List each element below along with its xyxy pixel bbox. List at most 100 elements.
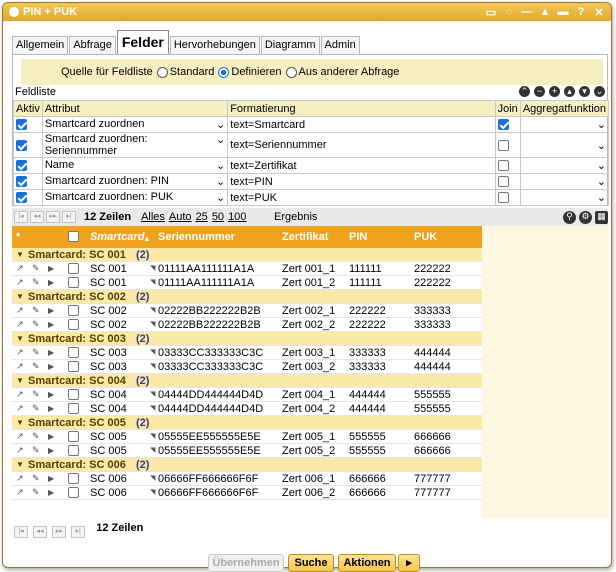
radio-definieren[interactable] [218, 66, 230, 78]
group-collapse-icon[interactable]: ▼ [16, 292, 24, 301]
prev-page-icon[interactable]: ◂◂ [33, 526, 48, 538]
tab-admin[interactable]: Admin [320, 36, 360, 54]
last-page-icon[interactable]: ▸| [62, 211, 76, 223]
formatierung-input[interactable]: text=Seriennummer [227, 132, 496, 158]
attribut-select[interactable]: Name ⌄ [41, 157, 229, 174]
row-checkbox[interactable] [68, 263, 79, 274]
aggregat-select[interactable]: ⌄ [519, 116, 610, 133]
collapse-icon[interactable]: ⌄ [594, 86, 605, 97]
edit-icon[interactable]: ✎ [32, 431, 40, 442]
attribut-select[interactable]: Smartcard zuordnen: PUK ⌄ [41, 189, 229, 206]
minimize-icon[interactable]: — [521, 6, 533, 19]
aggregat-select[interactable]: ⌄ [519, 189, 610, 206]
edit-icon[interactable]: ✎ [32, 403, 40, 414]
group-collapse-icon[interactable]: ▼ [16, 376, 24, 385]
row-checkbox[interactable] [68, 403, 79, 414]
formatierung-input[interactable]: text=PUK [227, 189, 496, 206]
search-icon[interactable]: ⚲ [563, 210, 576, 224]
radio-aus-anderer-abfrage[interactable] [285, 66, 297, 78]
group-row[interactable]: ▼ Smartcard: SC 003 (2) [12, 332, 482, 346]
edit-icon[interactable]: ✎ [32, 277, 40, 288]
aktiv-checkbox[interactable] [16, 139, 27, 151]
table-row[interactable]: ↗ ✎ ▶ SC 004 ◥ 04444DD444444D4D Zert 004_1 4444… [12, 388, 482, 402]
expand-icon[interactable]: ▶ [48, 278, 54, 287]
row-checkbox[interactable] [68, 347, 79, 358]
attribut-select[interactable]: Smartcard zuordnen: PIN ⌄ [41, 173, 229, 190]
row-checkbox[interactable] [68, 361, 79, 372]
col-seriennummer[interactable]: Seriennummer [158, 231, 235, 243]
title-bar[interactable]: PIN + PUK ▭ ◌ — ▲ ▬ ? ✕ [3, 3, 611, 21]
expand-icon[interactable]: ▶ [48, 362, 54, 371]
open-icon[interactable]: ↗ [16, 305, 24, 316]
table-row[interactable]: ↗ ✎ ▶ SC 006 ◥ 06666FF666666F6F Zert 006_2 6666… [12, 486, 482, 500]
next-page-icon[interactable]: ▸▸ [46, 211, 60, 223]
row-checkbox[interactable] [68, 473, 79, 484]
aggregat-select[interactable]: ⌄ [519, 132, 610, 158]
expand-icon[interactable]: ▶ [48, 474, 54, 483]
join-checkbox[interactable] [497, 192, 509, 204]
move-top-icon[interactable]: ▴ [564, 86, 575, 97]
expand-icon[interactable]: ▶ [48, 446, 54, 455]
open-icon[interactable]: ↗ [16, 403, 24, 414]
table-icon[interactable]: ▦ [595, 210, 608, 224]
join-checkbox[interactable] [497, 176, 509, 188]
expand-icon[interactable]: ▶ [48, 404, 54, 413]
formatierung-input[interactable]: text=Zertifikat [227, 157, 496, 174]
open-icon[interactable]: ↗ [16, 487, 24, 498]
open-icon[interactable]: ↗ [16, 389, 24, 400]
tab-allgemein[interactable]: Allgemein [12, 36, 69, 54]
group-row[interactable]: ▼ Smartcard: SC 005 (2) [12, 416, 482, 430]
edit-icon[interactable]: ✎ [32, 305, 40, 316]
close-icon[interactable]: ✕ [593, 6, 605, 19]
expand-icon[interactable]: ▶ [48, 488, 54, 497]
group-row[interactable]: ▼ Smartcard: SC 004 (2) [12, 374, 482, 388]
open-icon[interactable]: ↗ [16, 361, 24, 372]
table-row[interactable]: ↗ ✎ ▶ SC 005 ◥ 05555EE555555E5E Zert 005_1 5555… [12, 430, 482, 444]
open-icon[interactable]: ↗ [16, 263, 24, 274]
first-page-icon[interactable]: |◂ [14, 526, 28, 538]
first-page-icon[interactable]: |◂ [14, 211, 28, 223]
open-icon[interactable]: ↗ [16, 319, 24, 330]
aktiv-checkbox[interactable] [16, 160, 27, 172]
formatierung-input[interactable]: text=Smartcard [227, 116, 496, 133]
aktionen-more-icon[interactable]: ▸ [398, 554, 420, 572]
open-icon[interactable]: ↗ [16, 431, 24, 442]
page-size-alles[interactable]: Alles [141, 211, 165, 223]
row-checkbox[interactable] [68, 431, 79, 442]
edit-icon[interactable]: ✎ [32, 487, 40, 498]
page-size-100[interactable]: 100 [228, 211, 246, 223]
row-checkbox[interactable] [68, 487, 79, 498]
row-checkbox[interactable] [68, 305, 79, 316]
expand-icon[interactable]: ▶ [48, 320, 54, 329]
group-collapse-icon[interactable]: ▼ [16, 460, 24, 469]
settings-icon[interactable]: ⚙ [579, 210, 592, 224]
refresh-icon[interactable]: ◌ [503, 6, 515, 19]
aggregat-select[interactable]: ⌄ [519, 173, 610, 190]
table-row[interactable]: ↗ ✎ ▶ SC 002 ◥ 02222BB222222B2B Zert 002_2 2222… [12, 318, 482, 332]
col-pin[interactable]: PIN [349, 231, 367, 243]
pin-icon[interactable]: ▲ [539, 6, 551, 19]
group-row[interactable]: ▼ Smartcard: SC 006 (2) [12, 458, 482, 472]
col-puk[interactable]: PUK [414, 231, 437, 243]
select-all-checkbox[interactable] [68, 231, 79, 242]
uebernehmen-button[interactable]: Übernehmen [208, 554, 284, 572]
edit-icon[interactable]: ✎ [32, 319, 40, 330]
next-page-icon[interactable]: ▸▸ [52, 526, 67, 538]
restore-icon[interactable]: ▭ [485, 6, 497, 19]
expand-icon[interactable]: ▶ [48, 432, 54, 441]
move-up-icon[interactable]: ⌃ [519, 86, 530, 97]
table-row[interactable]: ↗ ✎ ▶ SC 004 ◥ 04444DD444444D4D Zert 004_2 4444… [12, 402, 482, 416]
open-icon[interactable]: ↗ [16, 473, 24, 484]
table-row[interactable]: ↗ ✎ ▶ SC 001 ◥ 01111AA111111A1A Zert 001_1 1111… [12, 262, 482, 276]
radio-standard[interactable] [156, 66, 168, 78]
add-icon[interactable]: + [549, 86, 560, 97]
page-size-auto[interactable]: Auto [169, 211, 192, 223]
open-icon[interactable]: ↗ [16, 277, 24, 288]
attribut-select[interactable]: Smartcard zuordnen ⌄ [41, 116, 229, 133]
table-row[interactable]: ↗ ✎ ▶ SC 002 ◥ 02222BB222222B2B Zert 002_1 2222… [12, 304, 482, 318]
expand-icon[interactable]: ▶ [48, 348, 54, 357]
edit-icon[interactable]: ✎ [32, 473, 40, 484]
edit-icon[interactable]: ✎ [32, 347, 40, 358]
table-row[interactable]: ↗ ✎ ▶ SC 005 ◥ 05555EE555555E5E Zert 005_2 5555… [12, 444, 482, 458]
tab-felder[interactable]: Felder [116, 30, 169, 54]
